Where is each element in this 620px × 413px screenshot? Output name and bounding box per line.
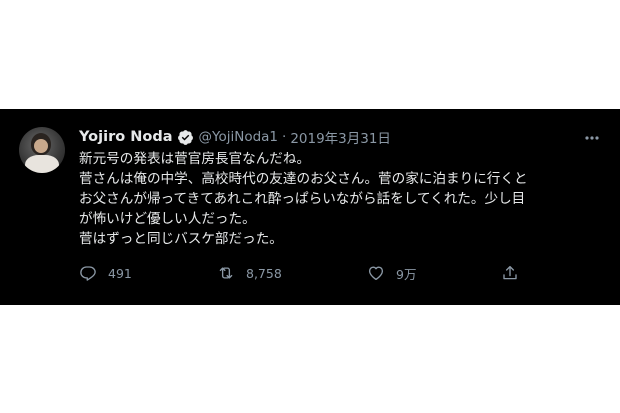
display-name[interactable]: Yojiro Noda: [79, 129, 173, 145]
tweet-line: 菅はずっと同じバスケ部だった。: [79, 231, 283, 247]
reply-count: 491: [108, 265, 132, 281]
verified-badge-icon: [177, 129, 194, 146]
reply-icon: [80, 266, 96, 281]
like-button[interactable]: 9万: [367, 262, 416, 284]
user-avatar[interactable]: [19, 127, 65, 173]
tweet-line: 菅さんは俺の中学、高校時代の友達のお父さん。菅の家に泊まりに行くと: [79, 171, 528, 187]
more-options-icon[interactable]: [583, 130, 601, 144]
retweet-button[interactable]: 8,758: [217, 262, 282, 284]
tweet-date[interactable]: 2019年3月31日: [290, 127, 391, 147]
separator-dot: ·: [282, 129, 287, 145]
tweet-actions: 491 8,758 9万: [79, 262, 539, 284]
tweet-card[interactable]: Yojiro Noda @YojiNoda1 · 2019年3月31日 新元号の…: [0, 109, 620, 305]
user-handle[interactable]: @YojiNoda1: [199, 129, 279, 145]
tweet-text: 新元号の発表は菅官房長官なんだね。 菅さんは俺の中学、高校時代の友達のお父さん。…: [79, 149, 609, 249]
retweet-icon: [219, 267, 233, 279]
tweet-line: が怖いけど優しい人だった。: [79, 211, 256, 227]
tweet-line: お父さんが帰ってきてあれこれ酔っぱらいながら話をしてくれた。少し目: [79, 191, 526, 207]
reply-button[interactable]: 491: [79, 262, 132, 284]
avatar-face: [34, 139, 48, 153]
tweet-line: 新元号の発表は菅官房長官なんだね。: [79, 151, 311, 167]
like-count: 9万: [396, 266, 417, 282]
tweet-header: Yojiro Noda @YojiNoda1 · 2019年3月31日: [79, 127, 391, 147]
avatar-body: [25, 155, 59, 173]
share-button[interactable]: [501, 262, 530, 284]
share-icon: [503, 265, 517, 280]
retweet-count: 8,758: [246, 265, 282, 281]
heart-icon: [368, 266, 384, 281]
